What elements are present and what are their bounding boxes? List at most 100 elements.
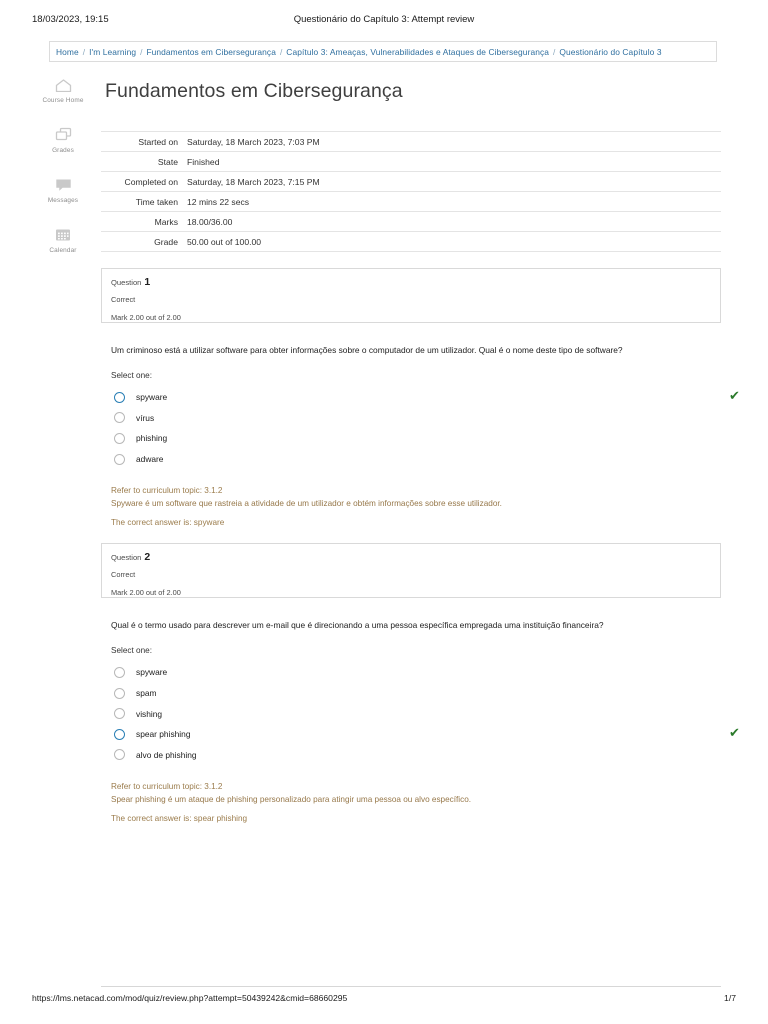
summary-row: Grade 50.00 out of 100.00	[101, 231, 721, 252]
question-info-box: Question 2 Correct Mark 2.00 out of 2.00	[101, 543, 721, 599]
question-info-box: Question 1 Correct Mark 2.00 out of 2.00	[101, 268, 721, 323]
answer-option[interactable]: spyware	[111, 662, 721, 683]
message-bubble-icon	[55, 172, 72, 192]
answer-option[interactable]: spear phishing ✔	[111, 724, 740, 745]
radio-button[interactable]	[114, 687, 125, 699]
summary-row: Started on Saturday, 18 March 2023, 7:03 …	[101, 131, 721, 152]
breadcrumb-separator: /	[553, 46, 556, 57]
answer-option[interactable]: vishing	[111, 703, 721, 724]
summary-row: Marks 18.00/36.00	[101, 211, 721, 232]
answer-option-label: spyware	[136, 392, 168, 403]
footer-page-number: 1/7	[724, 993, 736, 1003]
sidebar-item-grades[interactable]: Grades	[36, 122, 90, 155]
question-number-label: Question	[111, 278, 142, 287]
cards-icon	[55, 122, 72, 142]
footer-divider	[101, 986, 721, 987]
answer-option[interactable]: adware	[111, 449, 721, 470]
question-state: Correct	[111, 570, 136, 580]
radio-button[interactable]	[114, 453, 125, 465]
question-mark: Mark 2.00 out of 2.00	[111, 313, 181, 322]
correct-check-icon: ✔	[729, 389, 740, 405]
breadcrumb-item-5[interactable]: Questionário do Capítulo 3	[559, 47, 661, 57]
print-header: 18/03/2023, 19:15 Questionário do Capítu…	[0, 14, 768, 32]
sidebar-item-label: Course Home	[42, 97, 84, 104]
breadcrumb-separator: /	[140, 46, 143, 57]
radio-button[interactable]	[114, 749, 125, 761]
summary-row-value: Saturday, 18 March 2023, 7:03 PM	[187, 136, 320, 147]
breadcrumb-separator: /	[279, 46, 283, 57]
summary-row-key: Completed on	[124, 176, 178, 187]
select-one-label: Select one:	[111, 646, 152, 656]
course-sidebar: Course Home Grades Messages Calendar	[36, 72, 90, 272]
summary-row: Time taken 12 mins 22 secs	[101, 191, 721, 212]
answer-option-label: spyware	[136, 667, 168, 678]
calendar-icon	[55, 222, 71, 242]
answer-option[interactable]: vírus	[111, 408, 721, 429]
answer-option[interactable]: alvo de phishing	[111, 745, 721, 766]
summary-row-value: Saturday, 18 March 2023, 7:15 PM	[187, 176, 320, 187]
question-number: Question 2	[111, 551, 711, 563]
radio-button[interactable]	[114, 412, 125, 424]
breadcrumb-item-1[interactable]: Home	[56, 47, 79, 57]
radio-button[interactable]	[114, 391, 125, 403]
print-header-title: Questionário do Capítulo 3: Attempt revi…	[293, 14, 475, 25]
radio-button[interactable]	[114, 708, 125, 720]
question-number-label: Question	[111, 553, 142, 563]
question-feedback: Refer to curriculum topic: 3.1.2 Spear ph…	[101, 781, 721, 823]
summary-row-key: Time taken	[135, 196, 178, 207]
footer-url: https://lms.netacad.com/mod/quiz/review.…	[32, 993, 348, 1003]
breadcrumb: Home / I'm Learning / Fundamentos em Ciberse…	[49, 41, 717, 62]
answer-option-label: alvo de phishing	[136, 749, 197, 760]
summary-row-value: 12 mins 22 secs	[187, 196, 250, 207]
question-number-value: 1	[144, 276, 151, 288]
answer-option-label: spam	[136, 688, 157, 699]
correct-answer-text: The correct answer is: spyware	[111, 518, 225, 528]
page-title: Fundamentos em Cibersegurança	[105, 80, 403, 102]
print-footer: https://lms.netacad.com/mod/quiz/review.…	[0, 993, 768, 1009]
attempt-summary-table: Started on Saturday, 18 March 2023, 7:03 …	[101, 131, 721, 252]
sidebar-item-calendar[interactable]: Calendar	[36, 222, 90, 255]
question-block: Question 2 Correct Mark 2.00 out of 2.00 Qua…	[101, 543, 740, 823]
summary-row-value: 50.00 out of 100.00	[187, 236, 262, 247]
radio-button[interactable]	[114, 432, 125, 444]
feedback-explanation: Spyware é um software que rastreia a ati…	[111, 498, 502, 508]
breadcrumb-item-4[interactable]: Capítulo 3: Ameaças, Vulnerabilidades e …	[286, 47, 549, 57]
breadcrumb-separator: /	[82, 46, 86, 57]
answer-options: spyware spam vishing spear phishing ✔ alvo de…	[101, 662, 740, 766]
answer-option-label: vishing	[136, 708, 163, 719]
question-block: Question 1 Correct Mark 2.00 out of 2.00 Um …	[101, 268, 740, 527]
summary-row-value: Finished	[187, 156, 220, 167]
answer-option-label: phishing	[136, 433, 168, 444]
correct-answer-text: The correct answer is: spear phishing	[111, 813, 248, 823]
home-icon	[55, 72, 72, 92]
summary-row-key: Grade	[154, 236, 178, 247]
question-mark: Mark 2.00 out of 2.00	[111, 588, 181, 598]
correct-check-icon: ✔	[729, 726, 740, 742]
summary-row: State Finished	[101, 151, 721, 172]
feedback-explanation: Spear phishing é um ataque de phishing p…	[111, 794, 472, 804]
sidebar-item-messages[interactable]: Messages	[36, 172, 90, 205]
answer-option[interactable]: spam	[111, 683, 721, 704]
breadcrumb-item-3[interactable]: Fundamentos em Cibersegurança	[146, 47, 276, 57]
summary-row-key: Started on	[138, 136, 178, 147]
answer-option[interactable]: phishing	[111, 428, 721, 449]
answer-option-label: vírus	[136, 412, 155, 423]
sidebar-item-course-home[interactable]: Course Home	[36, 72, 90, 105]
sidebar-item-label: Grades	[52, 147, 74, 154]
question-state: Correct	[111, 295, 136, 304]
summary-row-key: Marks	[154, 216, 178, 227]
summary-row-value: 18.00/36.00	[187, 216, 233, 227]
main-content: Fundamentos em Cibersegurança Started on…	[101, 72, 740, 823]
question-number: Question 1	[111, 276, 711, 288]
answer-options: spyware ✔ vírus phishing adware	[101, 387, 740, 470]
answer-option[interactable]: spyware ✔	[111, 387, 740, 408]
question-feedback: Refer to curriculum topic: 3.1.2 Spyware …	[101, 485, 721, 527]
select-one-label: Select one:	[111, 371, 152, 380]
feedback-curriculum-topic: Refer to curriculum topic: 3.1.2	[111, 782, 223, 792]
radio-button[interactable]	[114, 666, 125, 678]
feedback-curriculum-topic: Refer to curriculum topic: 3.1.2	[111, 486, 223, 496]
breadcrumb-item-2[interactable]: I'm Learning	[89, 47, 136, 57]
question-number-value: 2	[144, 551, 151, 564]
summary-row: Completed on Saturday, 18 March 2023, 7:1…	[101, 171, 721, 192]
radio-button[interactable]	[114, 728, 125, 740]
